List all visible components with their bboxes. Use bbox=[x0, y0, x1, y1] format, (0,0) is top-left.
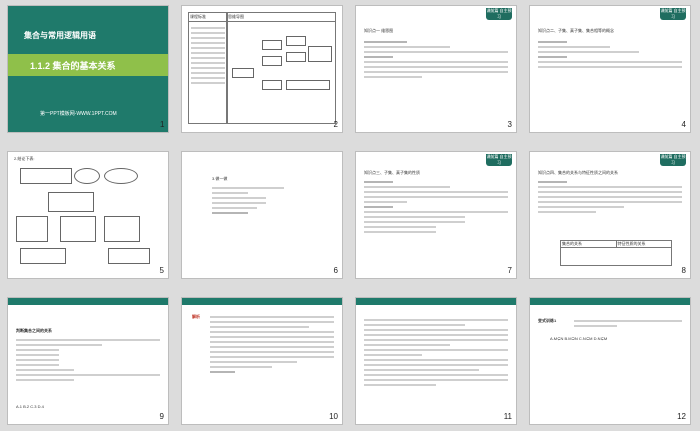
slide-1[interactable]: 集合与常用逻辑用语 1.1.2 集合的基本关系 第一PPT模板网-WWW.1PP… bbox=[8, 6, 168, 132]
diagram-box bbox=[16, 216, 48, 242]
mindmap-root bbox=[232, 68, 254, 78]
relation-table: 集合的关系 特征性质的关系 bbox=[560, 240, 672, 266]
title-bar bbox=[8, 298, 168, 305]
slide-number: 11 bbox=[503, 412, 512, 421]
mindmap-node bbox=[262, 40, 282, 50]
mindmap-node bbox=[262, 56, 282, 66]
answer-options: A.M⊊N B.M⊇N C.N⊆M D.N⊊M bbox=[550, 336, 608, 341]
th-left: 集合的关系 bbox=[561, 241, 617, 247]
slide-6[interactable]: 课前篇 自主预习 3.做一做 6 bbox=[182, 152, 342, 278]
text-lines bbox=[538, 178, 682, 216]
mindmap-node bbox=[286, 52, 306, 62]
diagram-box bbox=[20, 168, 72, 184]
th-right: 思维导图 bbox=[227, 13, 335, 22]
text-lines bbox=[210, 313, 334, 376]
slide-3[interactable]: 课前篇 自主预习 知识点一 维恩图 3 bbox=[356, 6, 516, 132]
slide-number: 8 bbox=[681, 266, 686, 275]
slide-heading: 知识点四、集合的关系与特征性质之间的关系 bbox=[538, 170, 618, 175]
diagram-box bbox=[20, 248, 66, 264]
title-bar bbox=[182, 298, 342, 305]
text-lines bbox=[364, 178, 508, 236]
subtitle: 集合与常用逻辑用语 bbox=[24, 31, 96, 40]
slide-heading: 3.做一做 bbox=[212, 176, 228, 181]
slide-label: 2.结论下表: bbox=[14, 156, 35, 161]
mindmap-node bbox=[262, 80, 282, 90]
slide-8[interactable]: 课前篇 自主预习 知识点四、集合的关系与特征性质之间的关系 集合的关系 特征性质… bbox=[530, 152, 690, 278]
answer-options: A.1 B.2 C.3 D.4 bbox=[16, 404, 44, 409]
section-tag: 课前篇 自主预习 bbox=[486, 8, 512, 20]
th-right: 特征性质的关系 bbox=[617, 241, 646, 246]
slide-number: 4 bbox=[681, 120, 686, 129]
slide-heading: 知识点三、子集、真子集的性质 bbox=[364, 170, 420, 175]
slide-title: 1.1.2 集合的基本关系 bbox=[30, 61, 116, 71]
slide-heading: 知识点一 维恩图 bbox=[364, 28, 394, 33]
slide-2[interactable]: 课程标准 思维导图 2 bbox=[182, 6, 342, 132]
slide-number: 12 bbox=[677, 412, 686, 421]
analysis-label: 解析 bbox=[192, 314, 200, 319]
slide-7[interactable]: 课前篇 自主预习 知识点三、子集、真子集的性质 7 bbox=[356, 152, 516, 278]
slide-9[interactable]: 判断集合之间的关系 A.1 B.2 C.3 D.4 9 bbox=[8, 298, 168, 424]
text-lines bbox=[364, 38, 508, 81]
slide-number: 10 bbox=[329, 412, 338, 421]
slide-number: 7 bbox=[507, 266, 512, 275]
slide-number: 3 bbox=[507, 120, 512, 129]
source-text: 第一PPT模板网-WWW.1PPT.COM bbox=[40, 111, 117, 117]
section-tag: 课前篇 自主预习 bbox=[486, 154, 512, 166]
slide-number-1: 1 bbox=[160, 120, 165, 129]
section-tag: 课前篇 自主预习 bbox=[660, 8, 686, 20]
slide-4[interactable]: 课前篇 自主预习 知识点二、子集、真子集、集合相等的概念 4 bbox=[530, 6, 690, 132]
slide-10[interactable]: 解析 10 bbox=[182, 298, 342, 424]
text-lines bbox=[16, 336, 160, 384]
venn-ellipse bbox=[104, 168, 138, 184]
slide-heading: 知识点二、子集、真子集、集合相等的概念 bbox=[538, 28, 614, 33]
slide-number: 5 bbox=[159, 266, 164, 275]
text-lines bbox=[538, 38, 682, 71]
slide-heading: 判断集合之间的关系 bbox=[16, 328, 52, 333]
slide-number: 9 bbox=[159, 412, 164, 421]
slide-12[interactable]: 变式训练1 A.M⊊N B.M⊇N C.N⊆M D.N⊊M 12 bbox=[530, 298, 690, 424]
diagram-box bbox=[104, 216, 140, 242]
slide-5[interactable]: 2.结论下表: 5 bbox=[8, 152, 168, 278]
diagram-box bbox=[60, 216, 96, 242]
th-left: 课程标准 bbox=[189, 13, 227, 22]
diagram-box bbox=[48, 192, 94, 212]
slide-number: 6 bbox=[333, 266, 338, 275]
venn-ellipse bbox=[74, 168, 100, 184]
title-bar bbox=[530, 298, 690, 305]
mindmap-node bbox=[286, 80, 330, 90]
section-tag: 课前篇 自主预习 bbox=[660, 154, 686, 166]
slide-grid: 集合与常用逻辑用语 1.1.2 集合的基本关系 第一PPT模板网-WWW.1PP… bbox=[8, 6, 692, 425]
slide-number: 2 bbox=[333, 120, 338, 129]
title-bar bbox=[356, 298, 516, 305]
table-left: 课程标准 bbox=[188, 12, 228, 124]
diagram-box bbox=[108, 248, 150, 264]
mindmap-node bbox=[286, 36, 306, 46]
slide-11[interactable]: 11 bbox=[356, 298, 516, 424]
exercise-label: 变式训练1 bbox=[538, 318, 557, 323]
text-lines bbox=[574, 317, 682, 330]
mindmap-node bbox=[308, 46, 332, 62]
text-lines bbox=[212, 184, 302, 217]
text-lines bbox=[364, 316, 508, 389]
